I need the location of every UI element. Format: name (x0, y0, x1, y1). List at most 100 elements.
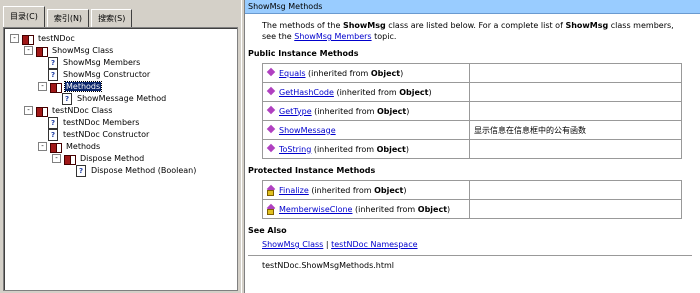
method-description (469, 199, 682, 219)
tree-node-label[interactable]: Methods (63, 81, 103, 92)
book-icon (50, 142, 62, 153)
tree-node[interactable]: ? ShowMessage Method (52, 92, 167, 105)
book-icon (22, 34, 34, 45)
collapse-toggle-icon[interactable]: - (38, 82, 47, 91)
method-description (469, 63, 682, 83)
method-link[interactable]: ShowMessage (279, 126, 336, 135)
method-link[interactable]: GetHashCode (279, 88, 334, 97)
method-row: Equals (inherited from Object) (262, 63, 682, 83)
tree-node-label[interactable]: ShowMsg Class (51, 46, 114, 55)
see-also-heading: See Also (248, 226, 287, 235)
inherited-suffix: ) (405, 144, 409, 154)
see-also-links: ShowMsg Class | testNDoc Namespace (262, 240, 418, 249)
tab-index[interactable]: 索引(N) (46, 9, 90, 27)
showmsg-members-link[interactable]: ShowMsg Members (294, 32, 371, 41)
nav-tabs: 目录(C) 索引(N) 搜索(S) (3, 6, 134, 27)
public-method-icon (267, 145, 277, 153)
method-row: MemberwiseClone (inherited from Object) (262, 199, 682, 219)
tree-node[interactable]: ? testNDoc Members (38, 116, 140, 129)
collapse-toggle-icon[interactable]: - (24, 106, 33, 115)
method-description (469, 180, 682, 200)
tree-node-label[interactable]: ShowMessage Method (76, 94, 167, 103)
showmsg-class-link[interactable]: ShowMsg Class (262, 240, 323, 249)
public-method-icon (267, 126, 277, 134)
tree-node-label[interactable]: testNDoc Class (51, 106, 113, 115)
help-page-icon: ? (62, 92, 72, 105)
inherited-suffix: ) (406, 106, 410, 116)
tree-node[interactable]: ? testNDoc Constructor (38, 128, 150, 141)
tree-node[interactable]: - testNDoc (10, 33, 76, 45)
inherited-suffix: ) (447, 204, 451, 214)
method-link[interactable]: ToString (279, 145, 311, 154)
public-methods-table: Equals (inherited from Object) GetHashCod… (262, 63, 682, 159)
inherited-suffix: ) (400, 68, 404, 78)
contents-tree[interactable]: - testNDoc - ShowMsg Class? ShowMsg Members?… (3, 27, 238, 291)
contents-pane: 目录(C) 索引(N) 搜索(S) - testNDoc - ShowMsg Clas… (0, 0, 241, 293)
method-row: ToString (inherited from Object) (262, 139, 682, 159)
collapse-toggle-icon[interactable]: - (52, 154, 61, 163)
tab-search[interactable]: 搜索(S) (91, 9, 133, 27)
tree-node-label[interactable]: Dispose Method (Boolean) (90, 166, 197, 175)
inherited-prefix: (inherited from (333, 87, 400, 97)
method-link[interactable]: Equals (279, 69, 306, 78)
method-link[interactable]: GetType (279, 107, 312, 116)
collapse-toggle-icon[interactable]: - (24, 46, 33, 55)
testndoc-namespace-link[interactable]: testNDoc Namespace (331, 240, 417, 249)
book-icon (64, 154, 76, 165)
book-icon (36, 46, 48, 57)
help-page-icon: ? (48, 116, 58, 129)
inherited-prefix: (inherited from (311, 106, 377, 116)
help-page-icon: ? (48, 56, 58, 69)
tree-node-label[interactable]: Dispose Method (79, 154, 145, 163)
method-row: GetType (inherited from Object) (262, 101, 682, 121)
method-row: Finalize (inherited from Object) (262, 180, 682, 200)
tree-node-label[interactable]: ShowMsg Members (62, 58, 141, 67)
collapse-toggle-icon[interactable]: - (10, 34, 19, 43)
tree-node[interactable]: ? ShowMsg Constructor (38, 68, 151, 81)
tree-node[interactable]: - ShowMsg Class (24, 45, 114, 57)
method-link[interactable]: MemberwiseClone (279, 205, 352, 214)
public-method-icon (267, 69, 277, 77)
topic-pane: ShowMsg Methods The methods of the ShowM… (245, 0, 700, 293)
inherited-prefix: (inherited from (305, 68, 371, 78)
method-row: ShowMessage 显示信息在信息框中的公有函数 (262, 120, 682, 140)
method-description (469, 139, 682, 159)
tree-node-label[interactable]: testNDoc (37, 34, 76, 43)
help-page-icon: ? (48, 68, 58, 81)
method-name-cell: GetHashCode (inherited from Object) (262, 82, 470, 102)
method-name-cell: Equals (inherited from Object) (262, 63, 470, 83)
public-method-icon (267, 88, 277, 96)
tree-node-label[interactable]: ShowMsg Constructor (62, 70, 151, 79)
method-name-cell: Finalize (inherited from Object) (262, 180, 470, 200)
tree-node-label[interactable]: testNDoc Members (62, 118, 140, 127)
tree-node[interactable]: - Dispose Method (52, 153, 145, 165)
inherited-from-class: Object (399, 87, 429, 97)
tree-node[interactable]: ? Dispose Method (Boolean) (66, 164, 197, 177)
tree-node[interactable]: ? ShowMsg Members (38, 56, 141, 69)
book-icon (50, 82, 62, 93)
tree-node[interactable]: - testNDoc Class (24, 105, 113, 117)
method-description (469, 82, 682, 102)
collapse-toggle-icon[interactable]: - (38, 142, 47, 151)
method-link[interactable]: Finalize (279, 186, 309, 195)
inherited-from-class: Object (370, 68, 401, 78)
inherited-from-class: Object (374, 185, 404, 195)
method-description (469, 101, 682, 121)
public-method-icon (267, 107, 277, 115)
inherited-from-class: Object (376, 144, 406, 154)
protected-method-icon (267, 205, 277, 215)
public-methods-heading: Public Instance Methods (248, 49, 359, 58)
tab-contents[interactable]: 目录(C) (3, 6, 45, 27)
tree-node-label[interactable]: Methods (65, 142, 101, 151)
inherited-from-class: Object (376, 106, 407, 116)
method-name-cell: ToString (inherited from Object) (262, 139, 470, 159)
tree-node[interactable]: - Methods (38, 81, 103, 93)
tree-node[interactable]: - Methods (38, 141, 101, 153)
tree-node-label[interactable]: testNDoc Constructor (62, 130, 150, 139)
